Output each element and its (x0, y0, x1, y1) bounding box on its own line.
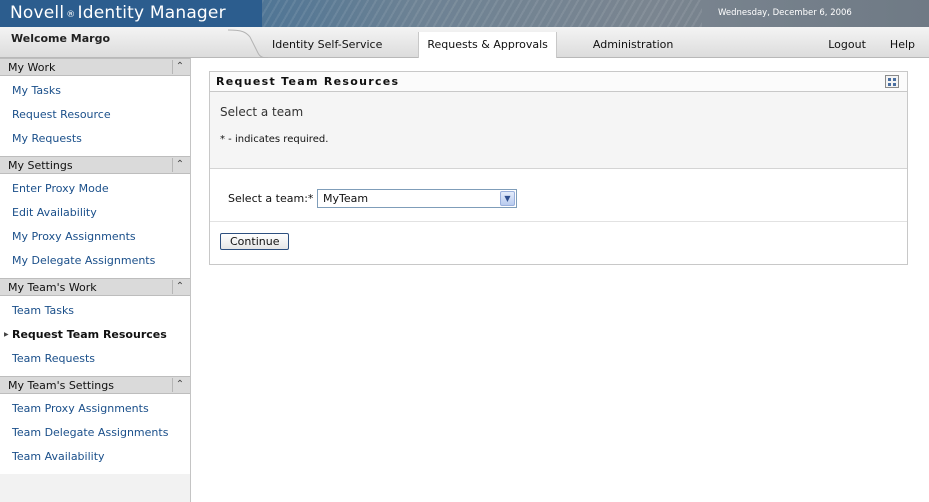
sidebar-item-request-resource[interactable]: Request Resource (0, 103, 190, 127)
sidebar-list: Team Proxy Assignments Team Delegate Ass… (0, 394, 190, 474)
team-select-row: Select a team:* MyTeam ▼ (210, 169, 907, 222)
sidebar-item-enter-proxy-mode[interactable]: Enter Proxy Mode (0, 177, 190, 201)
sidebar-item-my-requests[interactable]: My Requests (0, 127, 190, 151)
sidebar-item-team-requests[interactable]: Team Requests (0, 347, 190, 371)
main-tabs: Identity Self-Service Requests & Approva… (250, 32, 695, 58)
collapse-up-icon[interactable]: ⌃ (172, 158, 187, 172)
panel-intro: Select a team * - indicates required. (210, 92, 907, 169)
sidebar: My Work ⌃ My Tasks Request Resource My R… (0, 58, 191, 502)
tab-administration[interactable]: Administration (571, 32, 696, 58)
tab-identity-self-service[interactable]: Identity Self-Service (250, 32, 404, 58)
sidebar-item-edit-availability[interactable]: Edit Availability (0, 201, 190, 225)
panel-header: Request Team Resources (210, 72, 907, 92)
collapse-up-icon[interactable]: ⌃ (172, 60, 187, 74)
sidebar-list: Team Tasks ▶ Request Team Resources Team … (0, 296, 190, 376)
required-note: * - indicates required. (220, 134, 329, 145)
welcome-message: Welcome Margo (11, 32, 111, 45)
sidebar-item-request-team-resources[interactable]: ▶ Request Team Resources (0, 323, 190, 347)
product-name: Identity Manager (77, 3, 226, 23)
sidebar-section-header: My Team's Work ⌃ (0, 278, 190, 296)
sidebar-section-my-settings: My Settings ⌃ Enter Proxy Mode Edit Avai… (0, 156, 190, 278)
sidebar-section-my-teams-settings: My Team's Settings ⌃ Team Proxy Assignme… (0, 376, 190, 474)
sidebar-section-my-work: My Work ⌃ My Tasks Request Resource My R… (0, 58, 190, 156)
tab-requests-approvals[interactable]: Requests & Approvals (418, 32, 557, 58)
brand-name: Novell (10, 3, 65, 23)
sidebar-item-team-tasks[interactable]: Team Tasks (0, 299, 190, 323)
sidebar-item-team-proxy-assignments[interactable]: Team Proxy Assignments (0, 397, 190, 421)
app-title: Novell ® Identity Manager (10, 3, 226, 23)
sidebar-section-title: My Settings (8, 159, 73, 172)
sidebar-item-team-availability[interactable]: Team Availability (0, 445, 190, 469)
panel-menu-icon[interactable] (885, 75, 899, 88)
team-select-value: MyTeam (323, 192, 369, 205)
current-date: Wednesday, December 6, 2006 (718, 8, 852, 18)
panel-subtitle: Select a team (220, 105, 304, 119)
sidebar-section-title: My Team's Work (8, 281, 97, 294)
help-link[interactable]: Help (866, 32, 915, 58)
collapse-up-icon[interactable]: ⌃ (172, 280, 187, 294)
team-select[interactable]: MyTeam ▼ (317, 189, 517, 208)
sidebar-section-header: My Work ⌃ (0, 58, 190, 76)
panel-title: Request Team Resources (216, 75, 400, 88)
panel-actions: Continue (210, 222, 907, 262)
request-team-resources-panel: Request Team Resources Select a team * -… (209, 71, 908, 265)
sidebar-section-title: My Work (8, 61, 56, 74)
active-arrow-icon: ▶ (4, 331, 9, 338)
sidebar-section-header: My Settings ⌃ (0, 156, 190, 174)
header-banner: Novell ® Identity Manager Wednesday, Decem… (0, 0, 929, 27)
navigation-bar: Welcome Margo Identity Self-Service Requ… (0, 27, 929, 58)
team-select-label: Select a team:* (228, 192, 314, 205)
sidebar-section-header: My Team's Settings ⌃ (0, 376, 190, 394)
sidebar-item-my-delegate-assignments[interactable]: My Delegate Assignments (0, 249, 190, 273)
sidebar-item-my-proxy-assignments[interactable]: My Proxy Assignments (0, 225, 190, 249)
logout-link[interactable]: Logout (804, 32, 866, 58)
sidebar-item-team-delegate-assignments[interactable]: Team Delegate Assignments (0, 421, 190, 445)
sidebar-section-title: My Team's Settings (8, 379, 114, 392)
continue-button[interactable]: Continue (220, 233, 290, 250)
header-links: Logout Help (804, 32, 915, 58)
sidebar-section-my-teams-work: My Team's Work ⌃ Team Tasks ▶ Request Tea… (0, 278, 190, 376)
sidebar-item-my-tasks[interactable]: My Tasks (0, 79, 190, 103)
sidebar-list: Enter Proxy Mode Edit Availability My Pr… (0, 174, 190, 278)
sidebar-list: My Tasks Request Resource My Requests (0, 76, 190, 156)
banner-texture (262, 0, 702, 27)
collapse-up-icon[interactable]: ⌃ (172, 378, 187, 392)
sidebar-item-label: Request Team Resources (12, 328, 167, 341)
chevron-down-icon[interactable]: ▼ (500, 191, 515, 206)
registered-mark: ® (66, 10, 76, 20)
